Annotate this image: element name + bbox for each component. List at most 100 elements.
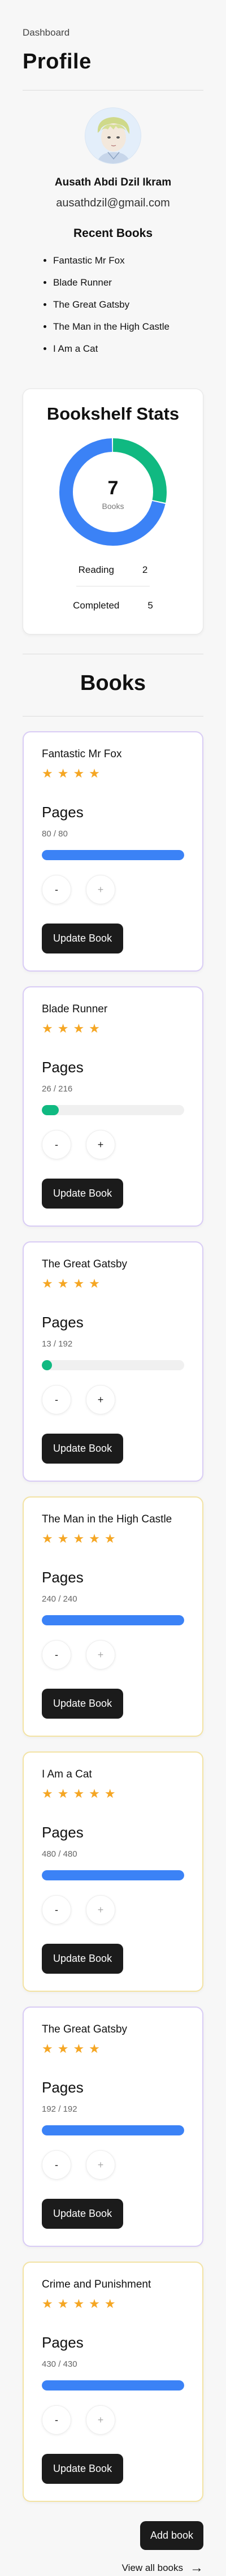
book-card: Crime and Punishment ★★★★★ Pages 430 / 4…: [23, 2262, 203, 2502]
book-title: Blade Runner: [42, 1003, 108, 1015]
reading-label: Reading: [78, 564, 114, 575]
update-book-button[interactable]: Update Book: [42, 2454, 124, 2484]
book-card: Blade Runner ★★★★ Pages 26 / 216 - + Upd…: [23, 986, 203, 1227]
update-book-button[interactable]: Update Book: [42, 1179, 124, 1209]
avatar-illustration: [85, 108, 141, 163]
total-books-label: Books: [102, 501, 124, 511]
pages-count: 480 / 480: [42, 1849, 77, 1859]
books-footer: Add book View all books →: [23, 2521, 203, 2576]
star-rating: ★★★★: [42, 2042, 105, 2056]
book-title: Crime and Punishment: [42, 2279, 151, 2290]
pages-label: Pages: [42, 2334, 84, 2351]
pages-label: Pages: [42, 1824, 84, 1841]
decrement-pages-button[interactable]: -: [42, 2405, 71, 2435]
book-card: I Am a Cat ★★★★★ Pages 480 / 480 - + Upd…: [23, 1751, 203, 1992]
book-title: The Man in the High Castle: [42, 1513, 172, 1525]
recent-book-item[interactable]: I Am a Cat: [53, 343, 203, 355]
pages-label: Pages: [42, 1059, 84, 1076]
stat-row-reading: Reading 2: [23, 564, 203, 576]
pages-count: 430 / 430: [42, 2359, 77, 2369]
progress-bar-fill: [42, 1105, 59, 1115]
stat-row-completed: Completed 5: [23, 600, 203, 611]
stats-donut-chart: 7 Books: [56, 435, 169, 549]
progress-bar: [42, 1105, 184, 1115]
progress-bar: [42, 2380, 184, 2391]
decrement-pages-button[interactable]: -: [42, 1385, 71, 1414]
books-heading: Books: [80, 671, 146, 695]
books-list: Fantastic Mr Fox ★★★★ Pages 80 / 80 - + …: [23, 731, 203, 2502]
page-stepper: - +: [42, 1895, 184, 1925]
progress-bar-fill: [42, 1870, 184, 1880]
page-stepper: - +: [42, 2150, 184, 2180]
progress-bar: [42, 2125, 184, 2135]
increment-pages-button[interactable]: +: [86, 2150, 115, 2180]
progress-bar: [42, 1615, 184, 1625]
profile-email: ausathdzil@gmail.com: [56, 197, 170, 209]
book-title: The Great Gatsby: [42, 2023, 128, 2035]
recent-books-title: Recent Books: [73, 227, 153, 240]
recent-book-item[interactable]: Fantastic Mr Fox: [53, 255, 203, 266]
page-stepper: - +: [42, 1640, 184, 1669]
decrement-pages-button[interactable]: -: [42, 2150, 71, 2180]
star-rating: ★★★★: [42, 1276, 105, 1291]
increment-pages-button[interactable]: +: [86, 1895, 115, 1925]
book-title: The Great Gatsby: [42, 1258, 128, 1270]
completed-value: 5: [147, 600, 153, 611]
increment-pages-button[interactable]: +: [86, 875, 115, 904]
pages-label: Pages: [42, 2079, 84, 2096]
progress-bar-fill: [42, 2380, 184, 2391]
pages-count: 80 / 80: [42, 829, 68, 839]
recent-book-item[interactable]: The Man in the High Castle: [53, 321, 203, 333]
pages-count: 13 / 192: [42, 1339, 73, 1349]
progress-bar: [42, 850, 184, 860]
progress-bar-fill: [42, 1360, 52, 1370]
recent-book-item[interactable]: Blade Runner: [53, 277, 203, 288]
decrement-pages-button[interactable]: -: [42, 1640, 71, 1669]
pages-label: Pages: [42, 1569, 84, 1586]
increment-pages-button[interactable]: +: [86, 2405, 115, 2435]
increment-pages-button[interactable]: +: [86, 1385, 115, 1414]
star-rating: ★★★★: [42, 1021, 105, 1035]
profile-page: Dashboard Profile Ausath Abdi Dzil Ikram…: [0, 0, 226, 2576]
divider: [23, 716, 203, 717]
book-title: Fantastic Mr Fox: [42, 748, 122, 760]
page-stepper: - +: [42, 1130, 184, 1159]
decrement-pages-button[interactable]: -: [42, 1130, 71, 1159]
increment-pages-button[interactable]: +: [86, 1640, 115, 1669]
book-card: The Man in the High Castle ★★★★★ Pages 2…: [23, 1496, 203, 1737]
recent-books-list: Fantastic Mr Fox Blade Runner The Great …: [33, 255, 203, 355]
book-card: The Great Gatsby ★★★★ Pages 192 / 192 - …: [23, 2007, 203, 2247]
update-book-button[interactable]: Update Book: [42, 2199, 124, 2229]
breadcrumb[interactable]: Dashboard: [23, 0, 203, 38]
decrement-pages-button[interactable]: -: [42, 1895, 71, 1925]
progress-bar: [42, 1870, 184, 1880]
page-stepper: - +: [42, 1385, 184, 1414]
update-book-button[interactable]: Update Book: [42, 1434, 124, 1464]
completed-label: Completed: [73, 600, 120, 611]
star-rating: ★★★★★: [42, 2297, 120, 2311]
book-title: I Am a Cat: [42, 1768, 92, 1780]
pages-count: 192 / 192: [42, 2104, 77, 2114]
add-book-button[interactable]: Add book: [140, 2521, 203, 2550]
star-rating: ★★★★: [42, 766, 105, 780]
progress-bar-fill: [42, 1615, 184, 1625]
page-stepper: - +: [42, 2405, 184, 2435]
update-book-button[interactable]: Update Book: [42, 924, 124, 953]
arrow-right-icon: →: [190, 2560, 203, 2575]
recent-book-item[interactable]: The Great Gatsby: [53, 299, 203, 310]
star-rating: ★★★★★: [42, 1531, 120, 1546]
pages-label: Pages: [42, 804, 84, 821]
pages-count: 240 / 240: [42, 1594, 77, 1604]
view-all-label: View all books: [121, 2562, 183, 2573]
page-stepper: - +: [42, 875, 184, 904]
update-book-button[interactable]: Update Book: [42, 1944, 124, 1974]
bookshelf-stats-card: Bookshelf Stats 7 Books Reading 2 Comple…: [23, 389, 203, 635]
view-all-books-link[interactable]: View all books →: [122, 2560, 203, 2576]
decrement-pages-button[interactable]: -: [42, 875, 71, 904]
increment-pages-button[interactable]: +: [86, 1130, 115, 1159]
book-card: The Great Gatsby ★★★★ Pages 13 / 192 - +…: [23, 1241, 203, 1482]
update-book-button[interactable]: Update Book: [42, 1689, 124, 1719]
pages-count: 26 / 216: [42, 1084, 73, 1094]
progress-bar-fill: [42, 2125, 184, 2135]
profile-card: Ausath Abdi Dzil Ikram ausathdzil@gmail.…: [23, 107, 203, 355]
